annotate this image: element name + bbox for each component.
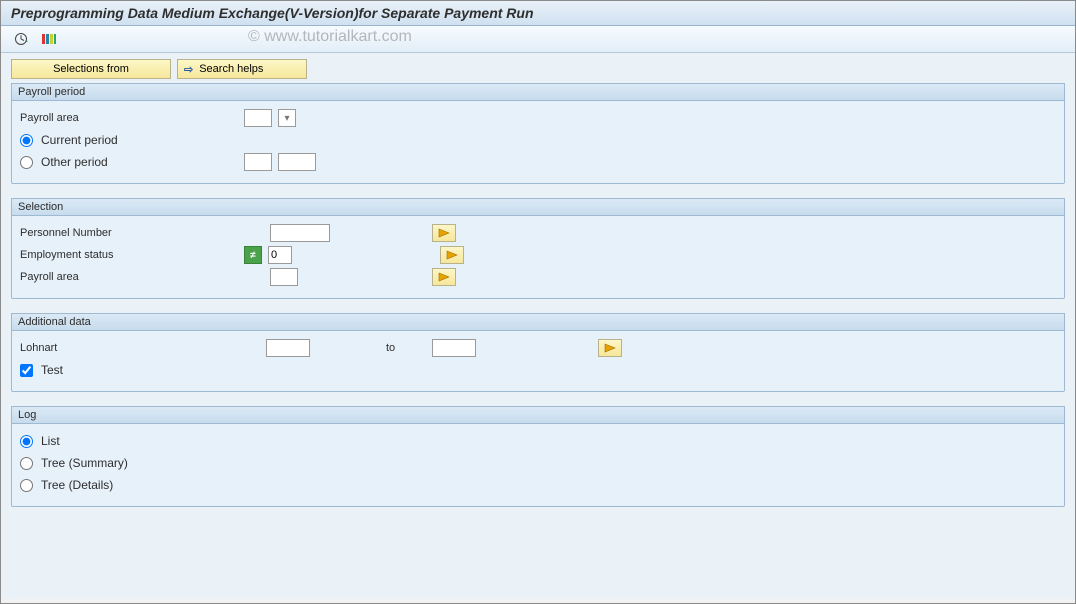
radio-tree-summary-wrap[interactable]: Tree (Summary): [20, 456, 128, 470]
employment-status-input[interactable]: [268, 246, 292, 264]
label-list: List: [41, 434, 60, 448]
application-toolbar: [1, 26, 1075, 53]
button-row: Selections from ⇨ Search helps: [11, 59, 1065, 79]
content-area: Selections from ⇨ Search helps Payroll p…: [1, 53, 1075, 599]
radio-tree-details[interactable]: [20, 479, 33, 492]
page-title: Preprogramming Data Medium Exchange(V-Ve…: [11, 5, 534, 21]
label-lohnart: Lohnart: [20, 342, 260, 354]
multiple-selection-payrollarea-icon[interactable]: [432, 268, 456, 286]
label-test: Test: [41, 363, 63, 377]
radio-list-wrap[interactable]: List: [20, 434, 60, 448]
arrow-right-icon: ⇨: [184, 63, 193, 76]
group-header-additional: Additional data: [12, 314, 1064, 331]
selections-from-button[interactable]: Selections from: [11, 59, 171, 79]
not-equal-icon[interactable]: ≠: [244, 246, 262, 264]
multiple-selection-lohnart-icon[interactable]: [598, 339, 622, 357]
checkbox-test-wrap[interactable]: Test: [20, 363, 63, 377]
label-current-period: Current period: [41, 133, 118, 147]
other-period-input-1[interactable]: [244, 153, 272, 171]
multiple-selection-empstatus-icon[interactable]: [440, 246, 464, 264]
selection-options-icon[interactable]: [39, 30, 59, 48]
title-bar: Preprogramming Data Medium Exchange(V-Ve…: [1, 1, 1075, 26]
radio-current-period[interactable]: [20, 134, 33, 147]
group-additional-data: Additional data Lohnart to Test: [11, 313, 1065, 392]
radio-other-period[interactable]: [20, 156, 33, 169]
label-personnel-number: Personnel Number: [20, 227, 238, 239]
matchcode-icon[interactable]: ▾: [278, 109, 296, 127]
payroll-area-input-2[interactable]: [270, 268, 298, 286]
execute-icon[interactable]: [11, 30, 31, 48]
label-tree-summary: Tree (Summary): [41, 456, 128, 470]
search-helps-button[interactable]: ⇨ Search helps: [177, 59, 307, 79]
group-header-log: Log: [12, 407, 1064, 424]
search-helps-label: Search helps: [199, 63, 263, 75]
radio-list[interactable]: [20, 435, 33, 448]
group-header-payroll-period: Payroll period: [12, 84, 1064, 101]
radio-tree-summary[interactable]: [20, 457, 33, 470]
label-employment-status: Employment status: [20, 249, 238, 261]
multiple-selection-personnel-icon[interactable]: [432, 224, 456, 242]
group-header-selection: Selection: [12, 199, 1064, 216]
checkbox-test[interactable]: [20, 364, 33, 377]
label-tree-details: Tree (Details): [41, 478, 113, 492]
radio-current-period-wrap[interactable]: Current period: [20, 133, 118, 147]
label-payroll-area-2: Payroll area: [20, 271, 238, 283]
radio-other-period-wrap[interactable]: Other period: [20, 155, 108, 169]
lohnart-to-input[interactable]: [432, 339, 476, 357]
other-period-input-2[interactable]: [278, 153, 316, 171]
label-payroll-area: Payroll area: [20, 112, 238, 124]
personnel-number-input[interactable]: [270, 224, 330, 242]
label-other-period: Other period: [41, 155, 108, 169]
group-selection: Selection Personnel Number Employment st…: [11, 198, 1065, 299]
radio-tree-details-wrap[interactable]: Tree (Details): [20, 478, 113, 492]
lohnart-from-input[interactable]: [266, 339, 310, 357]
group-payroll-period: Payroll period Payroll area ▾ Current pe…: [11, 83, 1065, 184]
group-log: Log List Tree (Summary) Tree (Details): [11, 406, 1065, 507]
label-to: to: [386, 342, 426, 354]
selections-from-label: Selections from: [53, 63, 129, 75]
payroll-area-input[interactable]: [244, 109, 272, 127]
